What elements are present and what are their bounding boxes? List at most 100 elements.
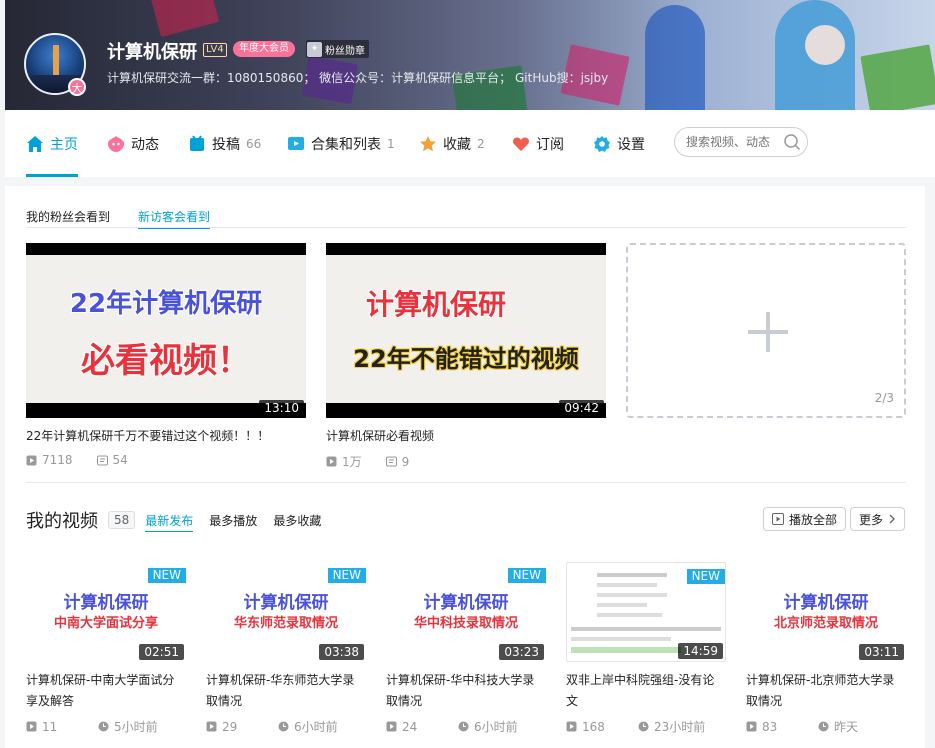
video-thumbnail[interactable]: 计算机保研 22年不能错过的视频 09:42: [326, 243, 606, 418]
thumbnail-caption: 华中科技录取情况: [413, 616, 518, 631]
tab-settings-label: 设置: [617, 136, 645, 153]
thumbnail-caption: 22年不能错过的视频: [353, 345, 579, 373]
thumbnail-caption: 北京师范录取情况: [773, 616, 878, 631]
tab-upload[interactable]: 投稿 66: [188, 110, 261, 177]
search-icon[interactable]: [783, 133, 801, 151]
tab-dynamic[interactable]: 动态: [107, 110, 159, 177]
tab-home[interactable]: 主页: [26, 110, 78, 177]
thumbnail-caption: 计算机保研: [783, 593, 869, 613]
vip-avatar-badge: 大: [68, 78, 86, 96]
play-all-button[interactable]: 播放全部: [763, 507, 847, 531]
my-videos-header: 我的视频 58 最新发布 最多播放 最多收藏: [26, 508, 337, 532]
video-card[interactable]: 计算机保研 中南大学面试分享 NEW 02:51 计算机保研-中南大学面试分享及…: [26, 562, 186, 735]
play-count: 24: [402, 719, 418, 734]
clock-icon: [278, 721, 289, 732]
profile-nav: 主页 动态 投稿 66 合集和列表 1 收藏 2 订阅 设置: [5, 110, 935, 177]
video-card[interactable]: 计算机保研 华中科技录取情况 NEW 03:23 计算机保研-华中科技大学录取情…: [386, 562, 546, 735]
new-badge: NEW: [147, 568, 186, 583]
video-thumbnail[interactable]: 计算机保研 中南大学面试分享 NEW 02:51: [26, 562, 186, 662]
chevron-right-icon: [889, 514, 895, 524]
video-thumbnail[interactable]: 计算机保研 华东师范录取情况 NEW 03:38: [206, 562, 366, 662]
thumbnail-caption: 计算机保研: [365, 288, 506, 321]
video-count-badge: 58: [108, 511, 136, 529]
upload-count: 66: [246, 136, 262, 151]
play-count-icon: [746, 721, 757, 732]
video-duration: 09:42: [559, 400, 604, 416]
thumbnail-caption: 22年计算机保研: [69, 289, 263, 319]
video-card[interactable]: 计算机保研 华东师范录取情况 NEW 03:38 计算机保研-华东师范大学录取情…: [206, 562, 366, 735]
heart-icon: [513, 137, 529, 151]
video-title[interactable]: 计算机保研必看视频: [326, 427, 606, 444]
favorites-count: 2: [477, 136, 485, 151]
username: 计算机保研: [107, 42, 197, 63]
video-thumbnail[interactable]: 22年计算机保研 必看视频！ 13:10: [26, 243, 306, 418]
tab-subscriptions-label: 订阅: [536, 136, 564, 153]
video-title[interactable]: 计算机保研-北京师范大学录取情况: [746, 670, 906, 712]
thumbnail-caption: 中南大学面试分享: [53, 616, 158, 631]
danmaku-icon: [96, 455, 108, 465]
danmaku-count: 9: [401, 454, 410, 469]
add-featured-video-slot[interactable]: 2/3: [626, 243, 906, 418]
play-count: 168: [582, 719, 605, 734]
video-thumbnail[interactable]: NEW 14:59: [566, 562, 726, 662]
medal-icon: ✦: [307, 41, 322, 57]
thumbnail-caption: 计算机保研: [423, 593, 509, 613]
tab-new-visitor-view[interactable]: 新访客会看到: [138, 208, 211, 229]
featured-video[interactable]: 22年计算机保研 必看视频！ 13:10 22年计算机保研千万不要错过这个视频！…: [26, 243, 306, 467]
video-thumbnail[interactable]: 计算机保研 华中科技录取情况 NEW 03:23: [386, 562, 546, 662]
upload-icon: [190, 134, 204, 151]
play-count-icon: [26, 721, 37, 732]
play-count: 29: [222, 719, 238, 734]
new-badge: NEW: [327, 568, 366, 583]
tab-home-label: 主页: [50, 136, 78, 153]
danmaku-icon: [385, 456, 397, 467]
fan-medal[interactable]: ✦ 粉丝勋章: [306, 40, 369, 58]
main-content: 我的粉丝会看到 新访客会看到 22年计算机保研 必看视频！ 13:10 22年计…: [5, 186, 925, 748]
tab-subscriptions[interactable]: 订阅: [512, 110, 564, 177]
section-title: 我的视频: [26, 511, 98, 532]
featured-video[interactable]: 计算机保研 22年不能错过的视频 09:42 计算机保研必看视频 1万 9: [326, 243, 606, 470]
new-badge: NEW: [507, 568, 546, 583]
visitor-tabs: 我的粉丝会看到 新访客会看到: [26, 208, 238, 229]
tab-fans-view[interactable]: 我的粉丝会看到: [26, 208, 110, 229]
video-duration: 02:51: [139, 644, 184, 660]
search-input[interactable]: [675, 128, 775, 156]
sort-latest[interactable]: 最新发布: [145, 512, 194, 532]
thumbnail-caption: 华东师范录取情况: [233, 616, 338, 631]
play-count: 11: [42, 719, 58, 734]
video-duration: 03:38: [319, 644, 364, 660]
sort-most-favorited[interactable]: 最多收藏: [273, 512, 321, 529]
more-button[interactable]: 更多: [850, 507, 906, 531]
video-card[interactable]: 计算机保研 北京师范录取情况 03:11 计算机保研-北京师范大学录取情况 83…: [746, 562, 906, 735]
tab-dynamic-label: 动态: [131, 136, 159, 153]
dynamic-icon: [108, 135, 124, 152]
video-title[interactable]: 双非上岸中科院强组-没有论文: [566, 670, 726, 712]
tab-collections[interactable]: 合集和列表 1: [287, 110, 395, 177]
video-duration: 14:59: [678, 643, 723, 659]
play-count-icon: [26, 455, 37, 465]
sort-most-played[interactable]: 最多播放: [209, 512, 257, 529]
video-duration: 13:10: [259, 400, 304, 416]
video-title[interactable]: 计算机保研-华东师范大学录取情况: [206, 670, 366, 712]
tab-settings[interactable]: 设置: [593, 110, 645, 177]
search-box: [674, 127, 808, 157]
play-count-icon: [386, 721, 397, 732]
video-thumbnail[interactable]: 计算机保研 北京师范录取情况 03:11: [746, 562, 906, 662]
video-title[interactable]: 22年计算机保研千万不要错过这个视频！！！: [26, 427, 306, 444]
play-count: 7118: [42, 453, 73, 467]
clock-icon: [638, 721, 649, 732]
thumbnail-caption: 计算机保研: [63, 593, 149, 613]
tab-favorites[interactable]: 收藏 2: [419, 110, 485, 177]
collections-count: 1: [387, 136, 395, 151]
video-title[interactable]: 计算机保研-华中科技大学录取情况: [386, 670, 546, 712]
play-icon: [772, 513, 784, 525]
user-sign: 计算机保研交流一群：1080150860； 微信公众号：计算机保研信息平台； G…: [107, 71, 609, 85]
vip-tag[interactable]: 年度大会员: [233, 41, 295, 57]
danmaku-count: 54: [112, 453, 128, 467]
featured-page-indicator: 2/3: [874, 391, 894, 405]
video-duration: 03:11: [859, 644, 904, 660]
play-count-icon: [326, 456, 337, 467]
video-card[interactable]: NEW 14:59 双非上岸中科院强组-没有论文 168 23小时前: [566, 562, 726, 735]
plus-icon: [748, 312, 788, 352]
video-title[interactable]: 计算机保研-中南大学面试分享及解答: [26, 670, 186, 712]
